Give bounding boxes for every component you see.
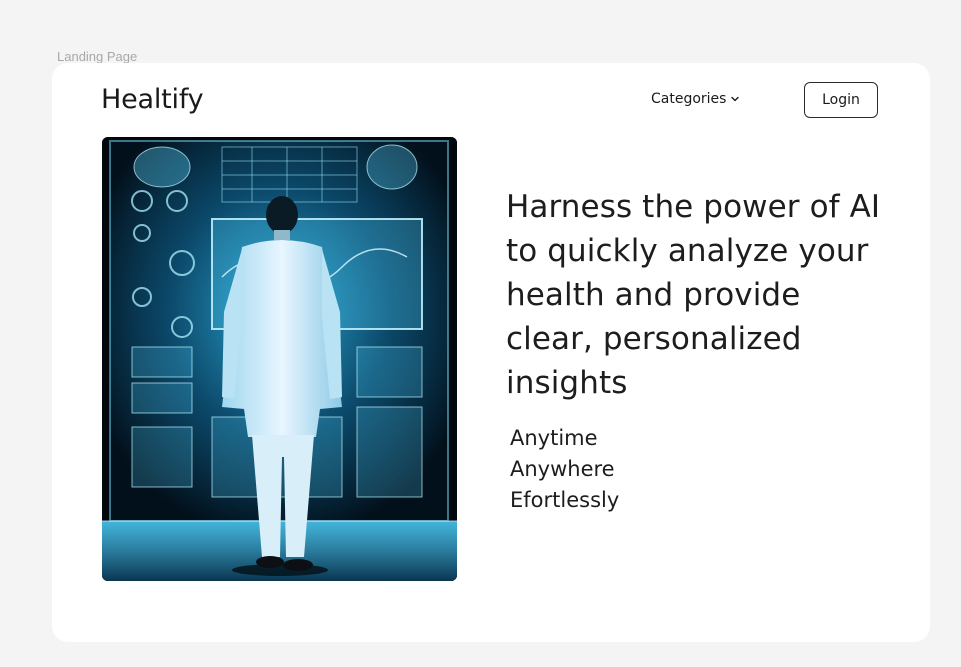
login-button[interactable]: Login [804,82,878,118]
landing-page-card: Healtify Categories Login Harness the po… [52,63,930,642]
categories-label: Categories [651,91,727,107]
doctor-hologram-illustration [102,137,457,581]
categories-dropdown[interactable]: Categories [651,91,740,107]
hero-headline: Harness the power of AI to quickly analy… [506,189,881,401]
tagline-anytime: Anytime [510,426,598,450]
brand-logo[interactable]: Healtify [101,84,204,115]
chevron-down-icon [731,96,740,102]
hero-taglines: Anytime Anywhere Efortlessly [510,423,619,516]
tagline-anywhere: Anywhere [510,457,615,481]
frame-label: Landing Page [57,49,138,64]
hero-image [102,137,457,581]
tagline-effortlessly: Efortlessly [510,488,620,512]
